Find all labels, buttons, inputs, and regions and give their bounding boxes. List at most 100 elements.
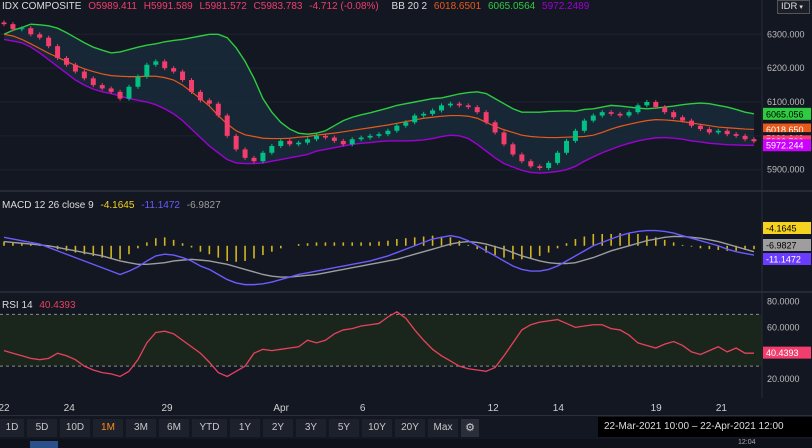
candle-body [751, 139, 757, 142]
x-axis-label: 29 [161, 403, 173, 414]
candle-body [483, 112, 489, 123]
rsi-tag-label: 40.4393 [766, 348, 799, 358]
candle-body [46, 37, 52, 47]
x-axis-label: Apr [273, 403, 289, 414]
period-button-ytd[interactable]: YTD [192, 419, 227, 437]
x-axis-label: 21 [716, 403, 728, 414]
candle-body [671, 112, 677, 118]
x-axis-label: 19 [651, 403, 663, 414]
period-button-10y[interactable]: 10Y [362, 419, 392, 437]
price-tick-label: 6300.000 [767, 29, 805, 39]
period-button-max[interactable]: Max [428, 419, 458, 437]
period-button-5d[interactable]: 5D [27, 419, 57, 437]
candle-body [376, 134, 382, 136]
candle-body [206, 100, 212, 104]
candle-body [37, 34, 43, 38]
price-tag-label: 6065.056 [766, 109, 804, 119]
candle-body [314, 135, 319, 140]
chevron-down-icon: ▾ [799, 4, 803, 11]
candle-body [1, 22, 7, 25]
period-button-1y[interactable]: 1Y [230, 419, 260, 437]
candle-body [162, 61, 168, 69]
candle-body [135, 76, 141, 87]
candle-body [385, 130, 391, 135]
candle-body [644, 102, 650, 106]
ohlc-close: C5983.783 [253, 1, 303, 12]
rsi-value: 40.4393 [39, 300, 76, 311]
clock-time: 12:04 [738, 439, 756, 446]
period-button-2y[interactable]: 2Y [263, 419, 293, 437]
candle-body [689, 120, 694, 126]
ohlc-change: -4.712 (-0.08%) [309, 1, 379, 12]
candle-body [260, 152, 266, 162]
timeline-scroller[interactable] [0, 439, 812, 448]
bollinger-band-fill [4, 24, 754, 174]
rsi-tick-label: 20.0000 [767, 374, 800, 384]
x-axis-label: 6 [360, 403, 366, 414]
period-button-3m[interactable]: 3M [126, 419, 156, 437]
candle-body [331, 137, 337, 141]
candle-body [287, 140, 293, 145]
candle-body [72, 64, 78, 72]
x-axis-label: 22 [0, 403, 10, 414]
candle-body [564, 140, 569, 153]
date-range-display[interactable]: 22-Mar-2021 10:00 – 22-Apr-2021 12:00 [598, 417, 812, 437]
candle-body [510, 144, 516, 155]
macd-tag-label: -11.1472 [766, 255, 801, 265]
candle-body [340, 140, 346, 145]
candle-body [555, 152, 561, 163]
period-button-1m[interactable]: 1M [93, 419, 123, 437]
candle-body [126, 86, 132, 99]
candle-body [465, 105, 471, 108]
rsi-tick-label: 80.0000 [767, 296, 800, 306]
candle-body [224, 115, 230, 136]
macd-signal-value: -6.9827 [186, 200, 221, 211]
candle-body [153, 61, 159, 65]
currency-selector[interactable]: IDR ▾ [777, 0, 810, 14]
price-tick-label: 6200.000 [767, 63, 805, 73]
candle-body [635, 105, 641, 113]
candle-body [680, 117, 686, 121]
candle-body [421, 113, 427, 116]
candle-body [626, 112, 632, 116]
candle-body [144, 64, 150, 77]
candle-body [171, 68, 177, 72]
price-tag-label: 5972.244 [766, 141, 804, 151]
macd-line [3, 229, 755, 286]
macd-tag-label: -6.9827 [766, 241, 797, 251]
rsi-label: RSI 14 [2, 300, 33, 311]
candle-body [724, 130, 730, 135]
candle-body [215, 103, 221, 116]
candle-body [180, 71, 186, 80]
period-button-3y[interactable]: 3Y [296, 419, 326, 437]
candle-body [322, 135, 328, 138]
period-button-5y[interactable]: 5Y [329, 419, 359, 437]
candle-body [439, 105, 444, 111]
period-button-10d[interactable]: 10D [60, 419, 90, 437]
macd-tag-label: -4.1645 [766, 224, 797, 234]
symbol-name: IDX COMPOSITE [2, 1, 82, 12]
candle-body [19, 28, 25, 30]
period-button-1d[interactable]: 1D [0, 419, 24, 437]
price-tick-label: 6100.000 [767, 97, 805, 107]
gear-icon[interactable]: ⚙ [461, 419, 479, 437]
ohlc-high: H5991.589 [143, 1, 193, 12]
candle-body [403, 122, 409, 126]
period-button-20y[interactable]: 20Y [395, 419, 425, 437]
candle-body [599, 112, 605, 116]
candle-body [278, 140, 284, 146]
candle-body [189, 80, 194, 92]
period-button-6m[interactable]: 6M [159, 419, 189, 437]
macd-line-value: -11.1472 [141, 200, 180, 211]
ohlc-low: L5981.572 [199, 1, 247, 12]
x-axis-label: 12 [488, 403, 500, 414]
bb-label: BB 20 2 [391, 1, 428, 12]
candle-body [99, 85, 105, 89]
candle-body [81, 71, 87, 79]
candle-body [519, 154, 525, 162]
candle-body [742, 135, 748, 140]
scroller-thumb[interactable] [30, 441, 58, 448]
candle-body [251, 157, 257, 162]
candle-body [117, 91, 123, 99]
candle-body [197, 91, 203, 101]
